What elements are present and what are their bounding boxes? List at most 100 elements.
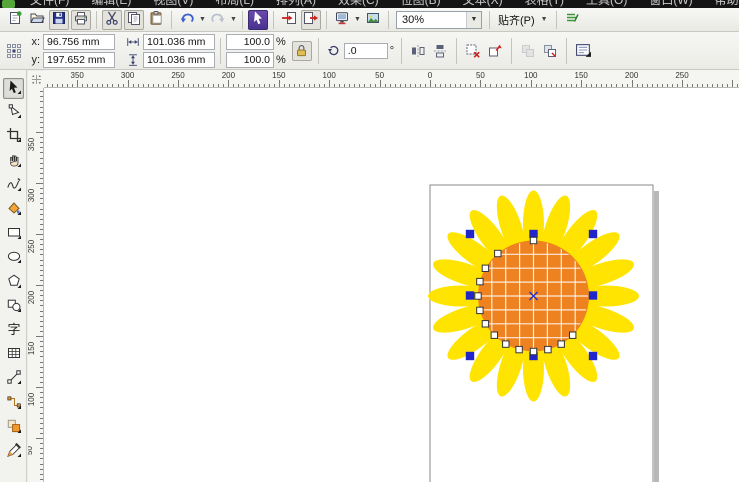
blend-tool[interactable] xyxy=(3,417,24,438)
mirror-vertical-button[interactable] xyxy=(430,41,450,61)
menu-item[interactable]: 工具(O) xyxy=(586,0,627,8)
horizontal-ruler[interactable]: 350 300 250 200 150 100 50 0 50 100 150 200 250 xyxy=(44,70,739,88)
selection-handle[interactable] xyxy=(588,229,598,239)
curve-node[interactable] xyxy=(481,264,490,273)
ruler-tick xyxy=(606,83,608,87)
menu-item[interactable]: 效果(C) xyxy=(338,0,379,8)
paste-icon xyxy=(148,10,164,29)
x-position-field[interactable]: 96.756 mm xyxy=(43,33,115,50)
menu-item[interactable]: 文件(F) xyxy=(30,0,69,8)
options-button[interactable] xyxy=(562,10,582,30)
ruler-tick xyxy=(167,83,169,87)
connector-tool[interactable] xyxy=(3,393,24,414)
shape-tool[interactable] xyxy=(3,102,24,123)
app-logo-icon[interactable] xyxy=(2,0,15,8)
curve-node[interactable] xyxy=(481,320,490,328)
curve-node[interactable] xyxy=(529,347,538,356)
menu-item[interactable]: 文本(X) xyxy=(463,0,503,8)
selection-handle[interactable] xyxy=(465,291,475,300)
object-height-field[interactable]: 101.036 mm xyxy=(143,51,215,68)
text-tool[interactable]: 字 xyxy=(3,320,24,341)
menu-item[interactable]: 编辑(E) xyxy=(91,0,131,8)
basic-shapes-tool[interactable] xyxy=(3,296,24,317)
curve-node[interactable] xyxy=(529,236,538,245)
new-document-button[interactable] xyxy=(5,10,25,30)
menu-item[interactable]: 表格(T) xyxy=(525,0,564,8)
pick-tool[interactable] xyxy=(3,78,24,99)
ungroup-button[interactable] xyxy=(540,41,560,61)
cut-button[interactable] xyxy=(102,9,122,30)
rectangle-tool[interactable] xyxy=(3,223,24,244)
table-tool[interactable] xyxy=(3,344,24,365)
paste-button[interactable] xyxy=(146,10,166,30)
object-width-field[interactable]: 101.036 mm xyxy=(143,33,215,50)
undo-button[interactable] xyxy=(177,10,197,30)
import-button[interactable] xyxy=(279,10,299,30)
document-scene[interactable] xyxy=(44,88,739,482)
ellipse-tool[interactable] xyxy=(3,247,24,268)
pick-tool-icon xyxy=(6,79,22,98)
copy-mesh-properties-button[interactable] xyxy=(463,41,483,61)
drawing-canvas[interactable] xyxy=(44,88,739,482)
smart-fill-tool[interactable] xyxy=(3,199,24,220)
ruler-tick xyxy=(39,172,43,174)
curve-node[interactable] xyxy=(502,340,510,348)
color-eyedropper-tool[interactable] xyxy=(3,441,24,462)
ruler-tick xyxy=(137,83,139,87)
curve-node[interactable] xyxy=(476,277,484,286)
ruler-origin-button[interactable] xyxy=(28,71,44,88)
y-position-field[interactable]: 197.652 mm xyxy=(43,51,115,68)
scale-horizontal-field[interactable]: 100.0 xyxy=(226,33,274,50)
rotation-angle-field[interactable]: .0 xyxy=(343,42,388,59)
pan-tool[interactable] xyxy=(3,151,24,172)
wireframe-options-button[interactable] xyxy=(573,41,593,61)
lock-ratio-button[interactable] xyxy=(291,40,312,61)
dimension-tool[interactable] xyxy=(3,368,24,389)
clear-mesh-button[interactable] xyxy=(485,41,505,61)
selection-handle[interactable] xyxy=(588,291,598,300)
open-button[interactable] xyxy=(27,10,47,30)
mirror-horizontal-button[interactable] xyxy=(408,41,428,61)
menu-item[interactable]: 布局(L) xyxy=(215,0,254,8)
menu-item[interactable]: 窗口(W) xyxy=(649,0,692,8)
copy-button[interactable] xyxy=(124,9,144,30)
curve-node[interactable] xyxy=(544,345,552,354)
zoom-level-combo[interactable]: 30% ▼ xyxy=(396,10,482,29)
ruler-tick xyxy=(309,83,311,87)
ruler-tick xyxy=(626,83,628,87)
curve-node[interactable] xyxy=(557,340,565,348)
group-button[interactable] xyxy=(518,41,538,61)
curve-node[interactable] xyxy=(569,331,577,339)
menu-item[interactable]: 排列(A) xyxy=(276,0,316,8)
pick-mode-button[interactable] xyxy=(248,9,268,30)
redo-dropdown[interactable]: ▼ xyxy=(229,10,238,30)
export-button[interactable] xyxy=(301,9,321,30)
freehand-tool[interactable] xyxy=(3,175,24,196)
vertical-ruler[interactable]: 350 300 250 200 150 100 50 xyxy=(28,88,44,482)
h-ruler-label: 150 xyxy=(574,71,588,80)
welcome-screen-button[interactable] xyxy=(363,10,383,30)
crop-tool[interactable] xyxy=(3,126,24,147)
menu-item[interactable]: 帮助(H) xyxy=(715,0,739,8)
application-launcher-button[interactable] xyxy=(332,10,352,30)
redo-button[interactable] xyxy=(208,10,228,30)
ruler-tick xyxy=(293,83,295,87)
curve-node[interactable] xyxy=(494,249,502,258)
undo-dropdown[interactable]: ▼ xyxy=(198,10,207,30)
menu-item[interactable]: 视图(V) xyxy=(153,0,193,8)
selection-handle[interactable] xyxy=(465,351,475,361)
zoom-combo-arrow-icon[interactable]: ▼ xyxy=(466,11,481,28)
snap-to-menu-button[interactable]: 贴齐(P) ▼ xyxy=(494,10,552,30)
print-button[interactable] xyxy=(71,9,91,30)
curve-node[interactable] xyxy=(515,345,523,354)
curve-node[interactable] xyxy=(476,306,484,315)
scale-vertical-field[interactable]: 100.0 xyxy=(226,51,274,68)
curve-node[interactable] xyxy=(490,331,499,339)
selection-handle[interactable] xyxy=(588,351,598,361)
menu-item[interactable]: 位图(B) xyxy=(401,0,441,8)
selection-handle[interactable] xyxy=(465,229,475,239)
polygon-tool[interactable] xyxy=(3,272,24,293)
save-button[interactable] xyxy=(49,9,69,30)
application-launcher-dropdown[interactable]: ▼ xyxy=(353,10,362,30)
curve-node[interactable] xyxy=(474,292,482,300)
